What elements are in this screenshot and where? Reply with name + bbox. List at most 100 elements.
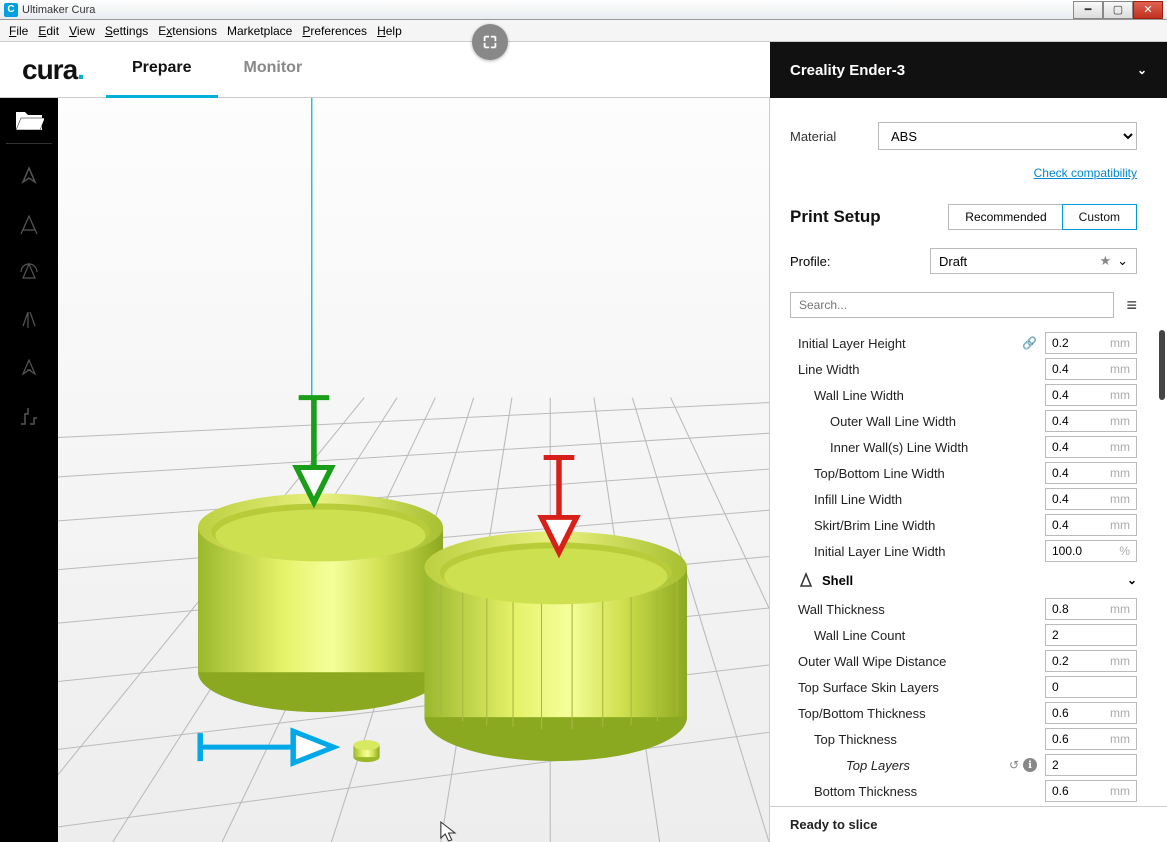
scale-tool-icon[interactable] <box>6 204 52 244</box>
app-icon: C <box>4 3 18 17</box>
settings-panel: Creality Ender-3 ⌄ Material ABS Check co… <box>769 98 1167 842</box>
open-file-icon[interactable] <box>6 104 52 144</box>
setting-value-input[interactable]: 0.6mm <box>1045 702 1137 724</box>
move-tool-icon[interactable] <box>6 156 52 196</box>
reset-icon[interactable]: ↺ <box>1009 758 1019 772</box>
tab-prepare[interactable]: Prepare <box>106 42 218 98</box>
info-icon[interactable]: ℹ <box>1023 758 1037 772</box>
check-compatibility-link[interactable]: Check compatibility <box>1034 166 1137 180</box>
setting-row: Initial Layer Height🔗0.2mm <box>798 330 1137 356</box>
chevron-down-icon: ⌄ <box>1137 63 1147 77</box>
settings-search-input[interactable] <box>790 292 1114 318</box>
star-icon: ★ <box>1099 253 1111 269</box>
model-small-disc[interactable] <box>353 740 379 762</box>
shell-category-header[interactable]: Shell ⌄ <box>798 568 1137 592</box>
setting-row: Line Width 0.4mm <box>798 356 1137 382</box>
shell-icon <box>798 572 814 588</box>
material-label: Material <box>790 129 858 144</box>
chevron-down-icon: ⌄ <box>1127 573 1137 587</box>
setting-value-input[interactable]: 0.4mm <box>1045 514 1137 536</box>
menu-edit[interactable]: Edit <box>33 22 64 40</box>
custom-button[interactable]: Custom <box>1063 205 1136 229</box>
setting-label: Top Thickness <box>798 732 1033 747</box>
left-toolbar <box>0 98 58 842</box>
setting-row: Top/Bottom Thickness 0.6mm <box>798 700 1137 726</box>
setting-row: Outer Wall Wipe Distance 0.2mm <box>798 648 1137 674</box>
setting-row: Top Thickness 0.6mm <box>798 726 1137 752</box>
setting-value-input[interactable]: 0.4mm <box>1045 410 1137 432</box>
setting-label: Outer Wall Wipe Distance <box>798 654 1033 669</box>
setting-row: Initial Layer Line Width 100.0% <box>798 538 1137 564</box>
setup-mode-segment: Recommended Custom <box>948 204 1137 230</box>
cura-logo: cura. <box>0 54 106 86</box>
menu-extensions[interactable]: Extensions <box>153 22 222 40</box>
setting-row: Top Surface Skin Layers0 <box>798 674 1137 700</box>
setting-label: Top Layers <box>798 758 1005 773</box>
win-minimize[interactable]: ━ <box>1073 1 1103 19</box>
setting-label: Line Width <box>798 362 1033 377</box>
setting-row: Wall Line Width0.4mm <box>798 382 1137 408</box>
setting-value-input[interactable]: 0.6mm <box>1045 780 1137 802</box>
setting-value-input[interactable]: 2 <box>1045 754 1137 776</box>
setting-label: Infill Line Width <box>798 492 1033 507</box>
setting-label: Initial Layer Line Width <box>798 544 1033 559</box>
setting-value-input[interactable]: 0.2mm <box>1045 650 1137 672</box>
hamburger-icon[interactable]: ≡ <box>1126 295 1137 316</box>
model-faceted-cup[interactable] <box>424 531 687 761</box>
mesh-tool-icon[interactable] <box>6 348 52 388</box>
expand-icon[interactable] <box>472 24 508 60</box>
cursor-icon <box>441 822 455 841</box>
setting-value-input[interactable]: 0.2mm <box>1045 332 1137 354</box>
printer-selector[interactable]: Creality Ender-3 ⌄ <box>770 42 1167 98</box>
setting-label: Skirt/Brim Line Width <box>798 518 1033 533</box>
setting-value-input[interactable]: 0.4mm <box>1045 358 1137 380</box>
mirror-tool-icon[interactable] <box>6 300 52 340</box>
3d-viewport[interactable] <box>58 98 769 842</box>
menu-settings[interactable]: Settings <box>100 22 153 40</box>
menu-view[interactable]: View <box>64 22 100 40</box>
tab-monitor[interactable]: Monitor <box>218 42 329 98</box>
menu-bar: File Edit View Settings Extensions Marke… <box>0 20 1167 42</box>
settings-list: Initial Layer Height🔗0.2mmLine Width0.4m… <box>770 326 1157 564</box>
setting-value-input[interactable]: 100.0% <box>1045 540 1137 562</box>
setting-value-input[interactable]: 0.4mm <box>1045 462 1137 484</box>
setting-row: Inner Wall(s) Line Width 0.4mm <box>798 434 1137 460</box>
setting-value-input[interactable]: 0.4mm <box>1045 488 1137 510</box>
win-close[interactable]: ✕ <box>1133 1 1163 19</box>
setting-row: Bottom Thickness0.6mm <box>798 778 1137 804</box>
menu-help[interactable]: Help <box>372 22 407 40</box>
setting-value-input[interactable]: 0 <box>1045 676 1137 698</box>
setting-row: Skirt/Brim Line Width 0.4mm <box>798 512 1137 538</box>
link-icon[interactable]: 🔗 <box>1022 336 1037 350</box>
setting-value-input[interactable]: 0.4mm <box>1045 436 1137 458</box>
setting-value-input[interactable]: 0.8mm <box>1045 598 1137 620</box>
menu-marketplace[interactable]: Marketplace <box>222 22 297 40</box>
scrollbar-thumb[interactable] <box>1159 330 1165 400</box>
setting-label: Inner Wall(s) Line Width <box>798 440 1033 455</box>
shell-settings-list: Wall Thickness0.8mmWall Line Count2Outer… <box>770 592 1157 804</box>
setting-row: Top Layers ↺ ℹ2 <box>798 752 1137 778</box>
setting-value-input[interactable]: 0.6mm <box>1045 728 1137 750</box>
setting-label: Top/Bottom Line Width <box>798 466 1033 481</box>
menu-preferences[interactable]: Preferences <box>297 22 372 40</box>
status-bar: Ready to slice <box>770 806 1167 842</box>
win-maximize[interactable]: ▢ <box>1103 1 1133 19</box>
rotate-tool-icon[interactable] <box>6 252 52 292</box>
material-select[interactable]: ABS <box>878 122 1137 150</box>
setting-value-input[interactable]: 0.4mm <box>1045 384 1137 406</box>
profile-select[interactable]: Draft ★ ⌄ <box>930 248 1137 274</box>
setting-label: Top/Bottom Thickness <box>798 706 1033 721</box>
setting-value-input[interactable]: 2 <box>1045 624 1137 646</box>
status-text: Ready to slice <box>790 817 877 832</box>
setting-row: Infill Line Width 0.4mm <box>798 486 1137 512</box>
setting-label: Wall Thickness <box>798 602 1033 617</box>
menu-file[interactable]: File <box>4 22 33 40</box>
print-setup-title: Print Setup <box>790 207 938 227</box>
setting-row: Wall Thickness 0.8mm <box>798 596 1137 622</box>
setting-row: Outer Wall Line Width0.4mm <box>798 408 1137 434</box>
support-tool-icon[interactable] <box>6 396 52 436</box>
window-title: Ultimaker Cura <box>22 4 95 16</box>
model-smooth-cup[interactable] <box>198 493 443 712</box>
chevron-down-icon: ⌄ <box>1117 253 1128 269</box>
recommended-button[interactable]: Recommended <box>949 205 1062 229</box>
